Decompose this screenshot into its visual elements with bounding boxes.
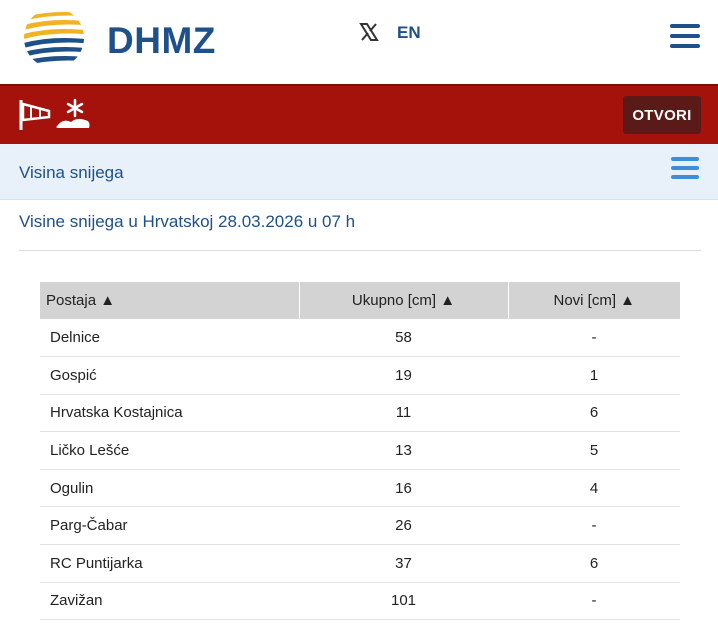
table-row: Hrvatska Kostajnica 11 6 <box>40 394 680 433</box>
table-row: Ogulin 16 4 <box>40 469 680 508</box>
total-snow: 37 <box>299 544 508 583</box>
table-row: Delnice 58 - <box>40 319 680 358</box>
total-snow: 11 <box>299 394 508 433</box>
hamburger-line <box>671 157 699 161</box>
brand-name[interactable]: DHMZ <box>107 20 216 62</box>
total-snow: 101 <box>299 582 508 621</box>
page-title: Visine snijega u Hrvatskoj 28.03.2026 u … <box>19 212 356 231</box>
divider <box>19 250 701 251</box>
station-name: Parg-Čabar <box>40 506 299 546</box>
station-name: Gospić <box>40 356 299 395</box>
new-snow: 6 <box>508 544 680 583</box>
snow-depth-table: Postaja ▲ Ukupno [cm] ▲ Novi [cm] ▲ Deln… <box>40 282 680 621</box>
station-name: Zavižan <box>40 582 299 621</box>
new-snow: 1 <box>508 356 680 395</box>
table-row: Parg-Čabar 26 - <box>40 506 680 546</box>
station-name: Ogulin <box>40 469 299 508</box>
station-name: Ličko Lešće <box>40 431 299 470</box>
windsock-icon <box>19 100 51 130</box>
hamburger-line <box>670 34 700 38</box>
hamburger-line <box>671 166 699 170</box>
station-name: RC Puntijarka <box>40 544 299 583</box>
new-snow: - <box>508 506 680 546</box>
new-snow: 6 <box>508 394 680 433</box>
total-snow: 58 <box>299 319 508 358</box>
table-row: RC Puntijarka 37 6 <box>40 544 680 583</box>
sort-total-header[interactable]: Ukupno [cm] ▲ <box>299 282 509 319</box>
new-snow: 4 <box>508 469 680 508</box>
x-icon[interactable] <box>359 22 379 42</box>
new-snow: 5 <box>508 431 680 470</box>
section-menu-hamburger-icon[interactable] <box>671 157 699 181</box>
open-warnings-button[interactable]: OTVORI <box>623 96 701 134</box>
new-snow: - <box>508 319 680 358</box>
section-title: Visina snijega <box>19 163 124 182</box>
sort-station-header[interactable]: Postaja ▲ <box>40 282 300 319</box>
hamburger-line <box>670 24 700 28</box>
section-header: Visina snijega <box>0 144 718 200</box>
table-row: Ličko Lešće 13 5 <box>40 431 680 470</box>
site-header: DHMZ EN <box>0 0 718 84</box>
language-switch-link[interactable]: EN <box>397 23 421 43</box>
dhmz-logo-icon[interactable] <box>18 6 90 70</box>
table-header-row: Postaja ▲ Ukupno [cm] ▲ Novi [cm] ▲ <box>40 282 680 319</box>
hamburger-line <box>670 44 700 48</box>
total-snow: 16 <box>299 469 508 508</box>
new-snow: - <box>508 582 680 621</box>
warning-bar: OTVORI <box>0 84 718 144</box>
sort-new-header[interactable]: Novi [cm] ▲ <box>508 282 680 319</box>
table-row: Zavižan 101 - <box>40 582 680 621</box>
total-snow: 13 <box>299 431 508 470</box>
table-row: Gospić 19 1 <box>40 356 680 395</box>
main-menu-hamburger-icon[interactable] <box>670 24 700 50</box>
station-name: Hrvatska Kostajnica <box>40 394 299 433</box>
total-snow: 26 <box>299 506 508 546</box>
hamburger-line <box>671 175 699 179</box>
station-name: Delnice <box>40 319 299 358</box>
snow-icon <box>56 98 90 128</box>
total-snow: 19 <box>299 356 508 395</box>
